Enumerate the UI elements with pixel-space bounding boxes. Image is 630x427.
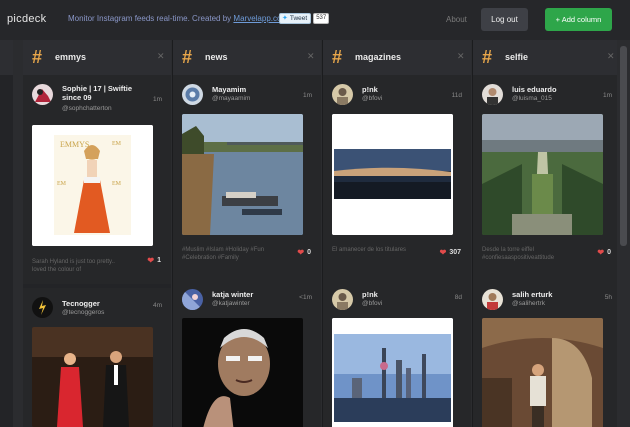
avatar[interactable] bbox=[182, 289, 203, 310]
about-link[interactable]: About bbox=[446, 15, 467, 24]
svg-text:EM: EM bbox=[112, 141, 122, 147]
post-photo[interactable] bbox=[332, 114, 453, 235]
like-count[interactable]: ❤ 1 bbox=[147, 256, 161, 265]
post-card[interactable]: Mayamim @mayaamim 1m #Muslim #Islam #Hol… bbox=[173, 75, 321, 305]
avatar[interactable] bbox=[482, 84, 503, 105]
add-column-button[interactable]: + Add column bbox=[545, 8, 612, 31]
post-card[interactable]: Sophie | 17 | Swiftie since 09 @sophchat… bbox=[23, 75, 171, 284]
post-card[interactable]: Tecnogger @tecnoggeros 4m bbox=[23, 288, 171, 427]
heart-icon: ❤ bbox=[597, 248, 605, 257]
page-scrollbar[interactable] bbox=[617, 40, 630, 427]
top-bar: picdeck Monitor Instagram feeds real-tim… bbox=[0, 0, 630, 40]
tweet-label: Tweet bbox=[289, 15, 308, 22]
tweet-button[interactable]: ✦ Tweet bbox=[279, 13, 312, 24]
hashtag-icon: # bbox=[482, 47, 493, 67]
post-photo[interactable] bbox=[182, 114, 303, 235]
avatar[interactable] bbox=[32, 84, 53, 105]
column-header: # selfie ✕ bbox=[473, 40, 621, 75]
tagline: Monitor Instagram feeds real-time. Creat… bbox=[68, 14, 288, 23]
post-caption: Sarah Hyland is just too pretty.. loved … bbox=[32, 259, 115, 273]
svg-text:EMMYS: EMMYS bbox=[60, 140, 89, 149]
logout-button[interactable]: Log out bbox=[481, 8, 528, 31]
user-handle: @katjawinter bbox=[212, 300, 250, 307]
avatar[interactable] bbox=[332, 289, 353, 310]
post-card[interactable]: katja winter @katjawinter <1m bbox=[173, 280, 321, 427]
svg-text:EM: EM bbox=[112, 181, 122, 187]
post-card[interactable]: salih erturk @salihertrk 5h bbox=[473, 280, 621, 427]
column-title: news bbox=[205, 52, 228, 62]
post-caption: Desde la torre eiffel #confiesaaspositiv… bbox=[482, 247, 555, 261]
column-header: # news ✕ bbox=[173, 40, 321, 75]
close-icon[interactable]: ✕ bbox=[157, 51, 165, 62]
tweet-widget[interactable]: ✦ Tweet 537 bbox=[279, 13, 330, 24]
like-count[interactable]: ❤ 307 bbox=[440, 248, 461, 257]
tweet-count: 537 bbox=[313, 13, 330, 24]
user-handle: @luisma_015 bbox=[512, 95, 552, 102]
heart-icon: ❤ bbox=[439, 248, 447, 257]
hashtag-icon: # bbox=[182, 47, 193, 67]
column-scrollbar[interactable] bbox=[13, 40, 23, 427]
username[interactable]: luis eduardo bbox=[512, 85, 594, 94]
post-age: 1m bbox=[302, 92, 312, 99]
scrollbar-thumb[interactable] bbox=[620, 46, 627, 246]
logo[interactable]: picdeck bbox=[7, 13, 46, 25]
username[interactable]: p!nk bbox=[362, 290, 444, 299]
svg-text:EM: EM bbox=[57, 181, 67, 187]
post-card[interactable]: p!nk @bfovi 8d bbox=[323, 280, 471, 427]
post-photo[interactable] bbox=[482, 318, 603, 427]
post-age: 8d bbox=[454, 294, 462, 301]
column-emmys: # emmys ✕ Sophie | 17 | Swiftie since 09… bbox=[23, 40, 171, 427]
like-count[interactable]: ❤ 0 bbox=[597, 248, 611, 257]
username[interactable]: Mayamim bbox=[212, 85, 294, 94]
user-handle: @salihertrk bbox=[512, 300, 545, 307]
user-handle: @sophchatterton bbox=[62, 105, 112, 112]
username[interactable]: Tecnogger bbox=[62, 299, 144, 308]
like-count[interactable]: ❤ 0 bbox=[297, 248, 311, 257]
post-photo[interactable] bbox=[182, 318, 303, 427]
post-age: 4m bbox=[152, 302, 162, 309]
avatar[interactable] bbox=[482, 289, 503, 310]
avatar[interactable] bbox=[182, 84, 203, 105]
column-title: selfie bbox=[505, 52, 529, 62]
post-photo[interactable] bbox=[332, 318, 453, 427]
post-photo[interactable] bbox=[482, 114, 603, 235]
post-age: 1m bbox=[602, 92, 612, 99]
avatar[interactable] bbox=[32, 297, 53, 318]
user-handle: @bfovi bbox=[362, 300, 383, 307]
post-photo[interactable]: EMMYS EM EM EM bbox=[32, 125, 153, 246]
column-header: # magazines ✕ bbox=[323, 40, 471, 75]
username[interactable]: Sophie | 17 | Swiftie since 09 bbox=[62, 84, 144, 102]
column-selfie: # selfie ✕ luis eduardo @luisma_015 1m D… bbox=[473, 40, 621, 427]
close-icon[interactable]: ✕ bbox=[607, 51, 615, 62]
post-photo[interactable] bbox=[32, 327, 153, 427]
column-title: magazines bbox=[355, 52, 402, 62]
post-caption: #Muslim #Islam #Holiday #Fun #Celebratio… bbox=[182, 247, 265, 261]
column-magazines: # magazines ✕ p!nk @bfovi 11d El amanece… bbox=[323, 40, 471, 427]
username[interactable]: p!nk bbox=[362, 85, 444, 94]
post-age: <1m bbox=[299, 294, 312, 301]
post-age: 1m bbox=[152, 96, 162, 103]
column-title: emmys bbox=[55, 52, 87, 62]
post-age: 5h bbox=[604, 294, 612, 301]
hashtag-icon: # bbox=[332, 47, 343, 67]
post-card[interactable]: p!nk @bfovi 11d El amanecer de los titul… bbox=[323, 75, 471, 305]
hashtag-icon: # bbox=[32, 47, 43, 67]
username[interactable]: salih erturk bbox=[512, 290, 594, 299]
user-handle: @tecnoggeros bbox=[62, 309, 105, 316]
twitter-bird-icon: ✦ bbox=[282, 15, 288, 22]
user-handle: @mayaamim bbox=[212, 95, 251, 102]
post-age: 11d bbox=[451, 92, 462, 99]
heart-icon: ❤ bbox=[297, 248, 305, 257]
post-card[interactable]: luis eduardo @luisma_015 1m Desde la tor… bbox=[473, 75, 621, 305]
avatar[interactable] bbox=[332, 84, 353, 105]
post-caption: El amanecer de los titulares bbox=[332, 247, 407, 253]
tagline-text: Monitor Instagram feeds real-time. Creat… bbox=[68, 14, 232, 23]
column-news: # news ✕ Mayamim @mayaamim 1m #Muslim #I… bbox=[173, 40, 321, 427]
column-header: # emmys ✕ bbox=[23, 40, 171, 75]
close-icon[interactable]: ✕ bbox=[457, 51, 465, 62]
close-icon[interactable]: ✕ bbox=[307, 51, 315, 62]
user-handle: @bfovi bbox=[362, 95, 383, 102]
username[interactable]: katja winter bbox=[212, 290, 294, 299]
heart-icon: ❤ bbox=[147, 256, 155, 265]
